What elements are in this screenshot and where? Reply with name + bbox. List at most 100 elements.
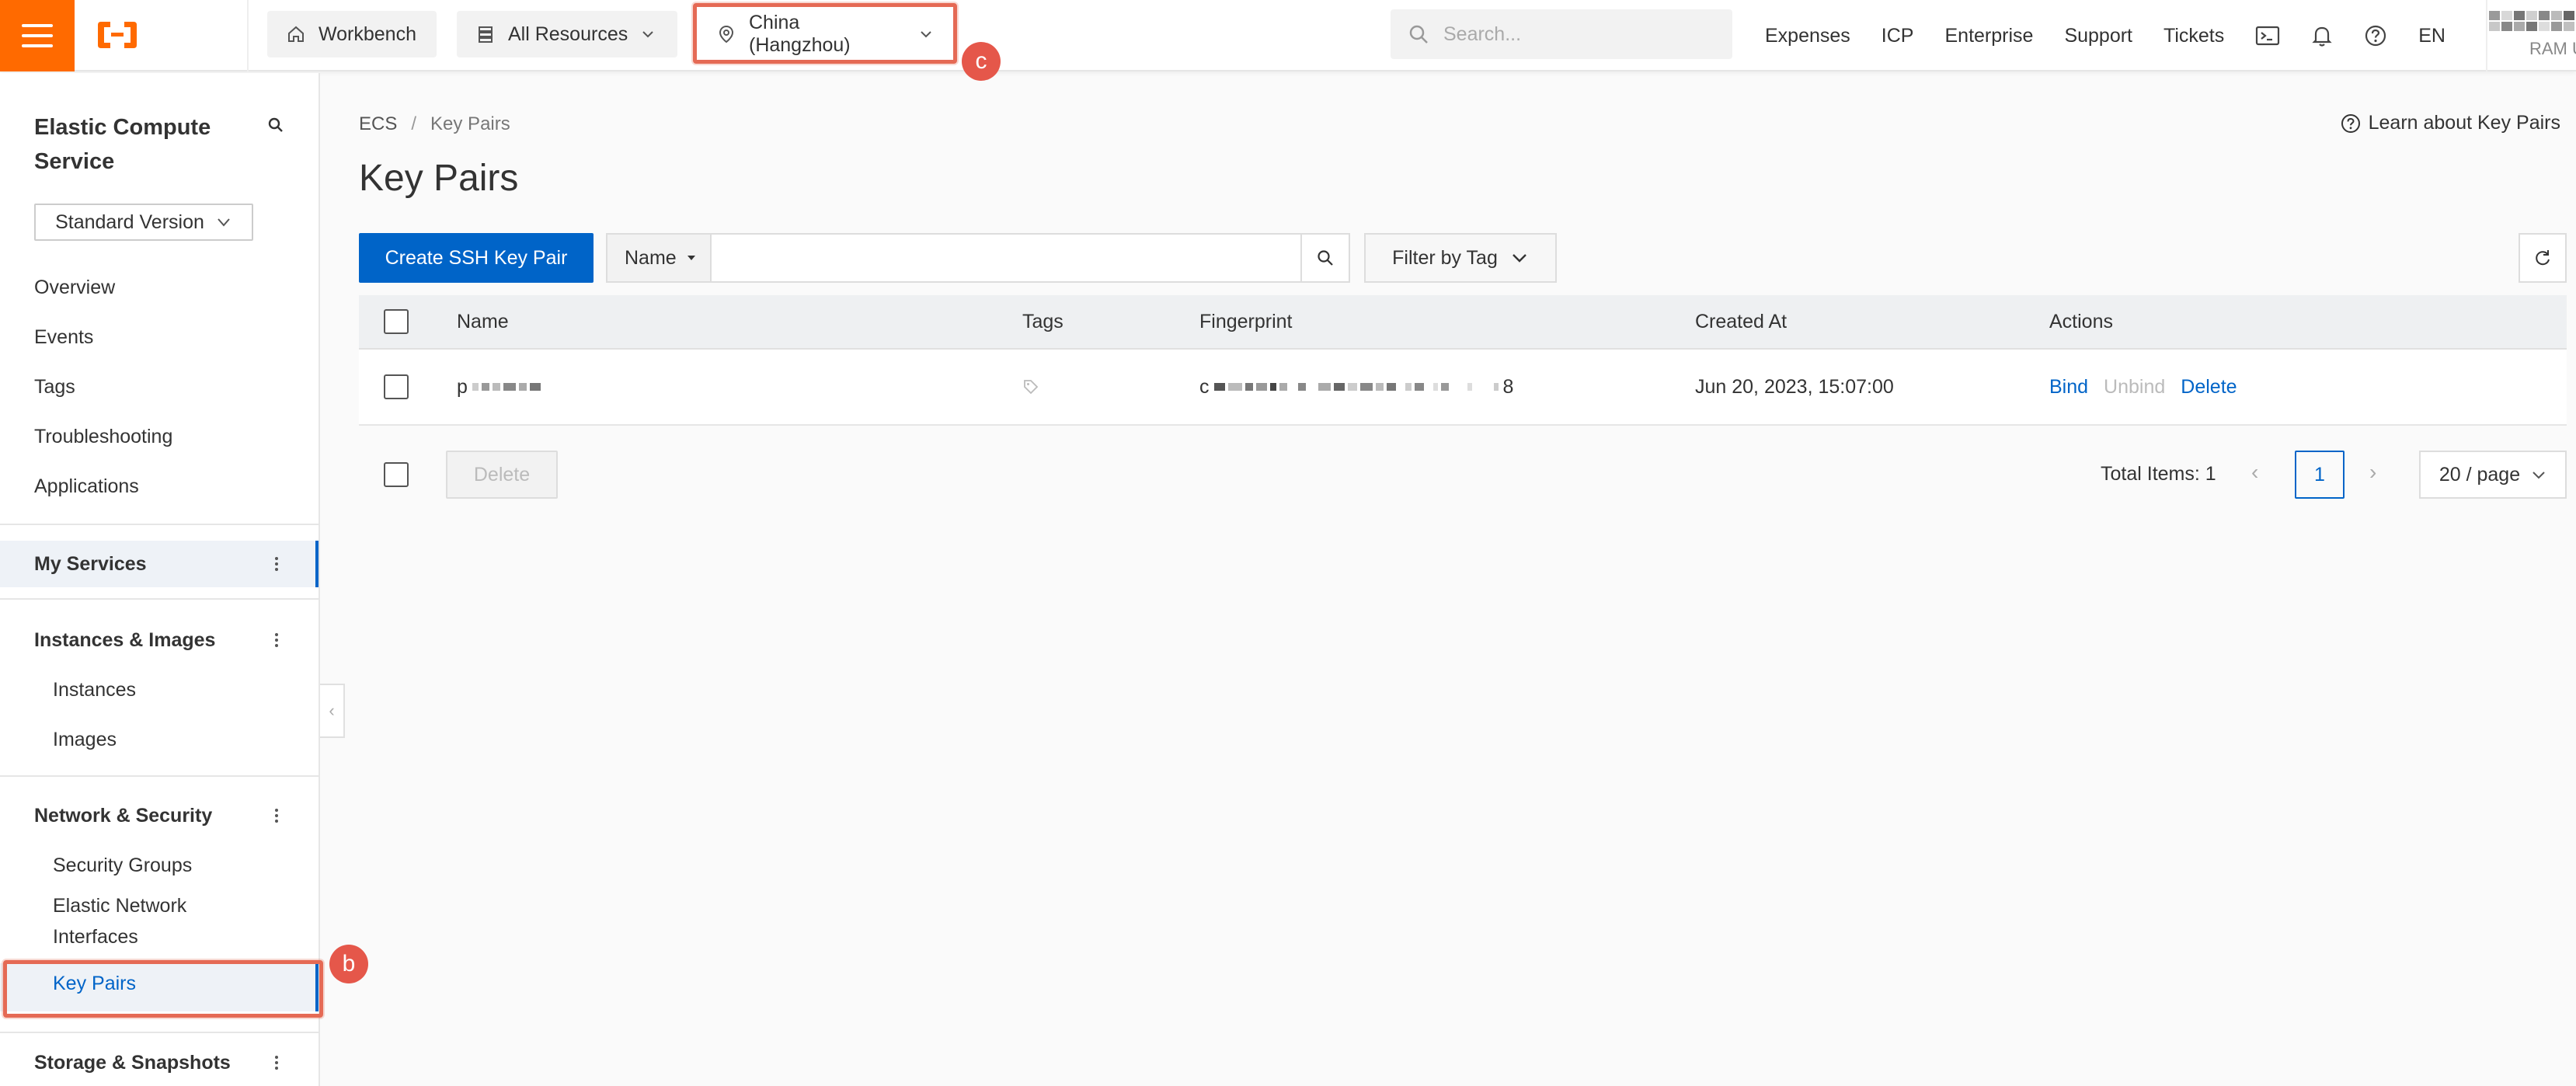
help-icon[interactable] bbox=[2364, 24, 2387, 47]
divider bbox=[0, 598, 319, 600]
learn-link-label: Learn about Key Pairs bbox=[2368, 112, 2560, 134]
bell-icon[interactable] bbox=[2311, 24, 2333, 47]
user-avatar-mosaic bbox=[2489, 11, 2574, 31]
caret-down-icon bbox=[687, 256, 695, 260]
fingerprint-value: c 8 bbox=[1199, 350, 1513, 424]
all-resources-dropdown[interactable]: All Resources bbox=[457, 11, 677, 57]
hamburger-menu-icon[interactable] bbox=[0, 0, 75, 71]
bind-link[interactable]: Bind bbox=[2049, 376, 2088, 399]
breadcrumb-current: Key Pairs bbox=[430, 113, 510, 134]
column-header-name: Name bbox=[457, 310, 509, 332]
divider bbox=[0, 775, 319, 777]
page-title: Key Pairs bbox=[359, 158, 519, 199]
expenses-link[interactable]: Expenses bbox=[1765, 25, 1850, 47]
region-selector[interactable]: China (Hangzhou) bbox=[698, 11, 952, 57]
active-indicator bbox=[315, 541, 319, 587]
key-pair-name[interactable]: p bbox=[457, 350, 541, 424]
unbind-link: Unbind bbox=[2104, 375, 2166, 398]
page-size-label: 20 / page bbox=[2438, 463, 2521, 486]
workbench-button[interactable]: Workbench bbox=[267, 11, 437, 57]
support-link[interactable]: Support bbox=[2064, 25, 2132, 47]
page-number-button[interactable]: 1 bbox=[2295, 451, 2345, 499]
table-row: p c 8 Jun 20, 2023, 15:07:00 Bind Unbind… bbox=[359, 350, 2567, 426]
service-title: Elastic Compute Service bbox=[34, 115, 211, 174]
next-page-icon[interactable]: › bbox=[2369, 460, 2376, 485]
search-placeholder: Search... bbox=[1443, 23, 1522, 45]
kebab-menu-icon[interactable] bbox=[269, 806, 284, 825]
version-dropdown[interactable]: Standard Version bbox=[34, 204, 253, 241]
delete-link[interactable]: Delete bbox=[2181, 376, 2237, 399]
learn-about-key-pairs-link[interactable]: Learn about Key Pairs bbox=[2341, 112, 2560, 134]
breadcrumb-ecs[interactable]: ECS bbox=[359, 113, 397, 135]
sidebar-item-applications[interactable]: Applications bbox=[34, 475, 139, 498]
filter-by-tag-label: Filter by Tag bbox=[1392, 246, 1498, 269]
sidebar-item-key-pairs[interactable]: Key Pairs bbox=[0, 963, 319, 1011]
breadcrumb-separator: / bbox=[411, 113, 417, 134]
kebab-menu-icon[interactable] bbox=[269, 1053, 284, 1072]
name-prefix: p bbox=[457, 375, 468, 398]
table-header-row: Name Tags Fingerprint Created At Actions bbox=[359, 295, 2567, 350]
language-switch[interactable]: EN bbox=[2418, 25, 2445, 47]
sidebar-item-elastic-network-interfaces[interactable]: Elastic Network Interfaces bbox=[53, 890, 224, 952]
home-icon bbox=[288, 26, 304, 42]
search-icon bbox=[1318, 250, 1333, 266]
sidebar-section-network-security[interactable]: Network & Security bbox=[0, 792, 319, 839]
kebab-menu-icon[interactable] bbox=[269, 555, 284, 573]
active-indicator bbox=[315, 963, 319, 1011]
sidebar-section-my-services[interactable]: My Services bbox=[0, 541, 319, 587]
search-field-select[interactable]: Name bbox=[606, 233, 710, 283]
chevron-down-icon bbox=[921, 31, 931, 38]
alibaba-cloud-logo[interactable] bbox=[95, 17, 140, 53]
section-label: Storage & Snapshots bbox=[34, 1051, 231, 1074]
previous-page-icon[interactable]: ‹ bbox=[2251, 460, 2258, 485]
sidebar-item-tags[interactable]: Tags bbox=[34, 376, 75, 399]
tag-icon-cell bbox=[1022, 350, 1039, 424]
filter-by-tag-dropdown[interactable]: Filter by Tag bbox=[1364, 233, 1557, 283]
column-header-actions: Actions bbox=[2049, 310, 2113, 332]
page-size-select[interactable]: 20 / page bbox=[2419, 451, 2567, 499]
sidebar-section-storage-snapshots[interactable]: Storage & Snapshots bbox=[0, 1039, 319, 1086]
sidebar-section-instances-images[interactable]: Instances & Images bbox=[0, 617, 319, 663]
created-at-value: Jun 20, 2023, 15:07:00 bbox=[1695, 375, 1894, 398]
search-button[interactable] bbox=[1300, 233, 1350, 283]
footer-select-all-checkbox[interactable] bbox=[384, 462, 409, 487]
search-icon bbox=[1409, 25, 1428, 44]
chevron-down-icon bbox=[642, 31, 653, 38]
refresh-icon bbox=[2536, 250, 2550, 266]
terminal-icon[interactable] bbox=[2255, 25, 2280, 47]
sidebar-item-images[interactable]: Images bbox=[53, 724, 117, 755]
icp-link[interactable]: ICP bbox=[1882, 25, 1914, 47]
tag-icon[interactable] bbox=[1022, 378, 1039, 395]
sidebar-item-security-groups[interactable]: Security Groups bbox=[53, 850, 192, 881]
global-search-input[interactable]: Search... bbox=[1391, 9, 1732, 59]
column-header-tags: Tags bbox=[1022, 310, 1063, 332]
kebab-menu-icon[interactable] bbox=[269, 631, 284, 649]
tickets-link[interactable]: Tickets bbox=[2163, 25, 2224, 47]
breadcrumb: ECS / Key Pairs bbox=[359, 113, 510, 135]
sidebar-item-instances[interactable]: Instances bbox=[53, 674, 136, 705]
all-resources-label: All Resources bbox=[508, 23, 628, 45]
batch-delete-button: Delete bbox=[446, 451, 558, 499]
row-checkbox[interactable] bbox=[384, 374, 409, 399]
top-navigation-bar: Workbench All Resources China (Hangzhou)… bbox=[0, 0, 2576, 71]
create-ssh-key-pair-button[interactable]: Create SSH Key Pair bbox=[359, 233, 594, 283]
enterprise-link[interactable]: Enterprise bbox=[1944, 25, 2033, 47]
chevron-down-icon bbox=[2532, 472, 2545, 479]
stack-icon bbox=[479, 26, 493, 43]
column-header-fingerprint: Fingerprint bbox=[1199, 310, 1293, 332]
section-label: Instances & Images bbox=[34, 628, 216, 651]
sidebar-item-events[interactable]: Events bbox=[34, 326, 93, 349]
sidebar-search-icon[interactable] bbox=[267, 117, 284, 134]
sidebar-collapse-handle[interactable]: ‹ bbox=[320, 684, 345, 738]
redacted-fingerprint bbox=[1213, 383, 1499, 391]
select-all-checkbox[interactable] bbox=[384, 309, 409, 334]
sidebar-item-overview[interactable]: Overview bbox=[34, 277, 115, 299]
key-pair-search-input[interactable] bbox=[710, 233, 1302, 283]
chevron-down-icon bbox=[218, 218, 230, 227]
sidebar-item-troubleshooting[interactable]: Troubleshooting bbox=[34, 426, 172, 448]
refresh-button[interactable] bbox=[2519, 233, 2567, 283]
search-field-label: Name bbox=[625, 246, 677, 269]
key-pairs-table: Name Tags Fingerprint Created At Actions… bbox=[359, 295, 2567, 426]
actions-cell: Bind Unbind Delete bbox=[2049, 350, 2253, 424]
user-account-area[interactable]: RAM U bbox=[2486, 0, 2576, 71]
